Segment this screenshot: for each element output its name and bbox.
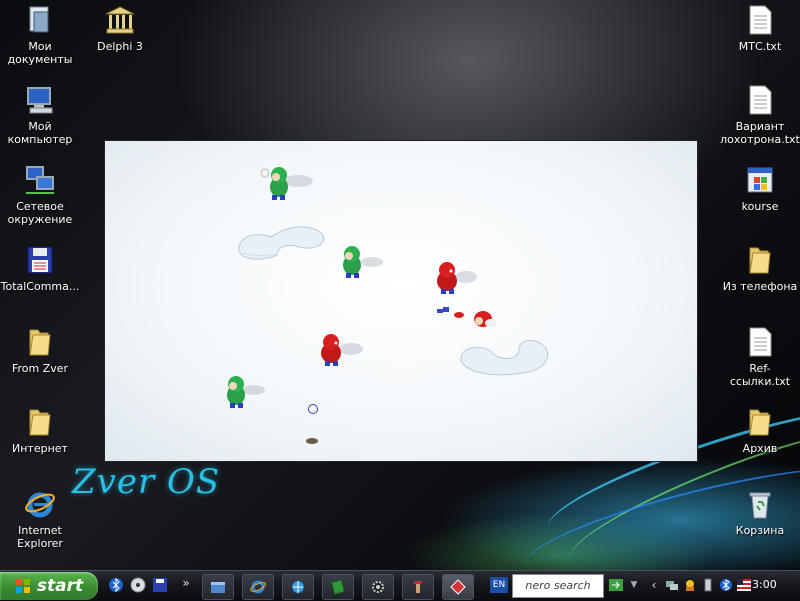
delphi-icon: [104, 4, 136, 36]
text-file-icon: [744, 4, 776, 36]
desktop-icon-my-documents[interactable]: Мои документы: [0, 4, 80, 66]
taskbar-button-explorer[interactable]: [202, 574, 234, 600]
red-player-1[interactable]: [431, 259, 463, 297]
taskbar-button-gear[interactable]: [362, 574, 394, 600]
desktop: Мои документы Delphi 3 Мой компьютер Сет…: [0, 0, 800, 570]
icon-label: Internet Explorer: [17, 524, 63, 550]
aim-cursor[interactable]: [307, 403, 319, 415]
windows-flag-icon: [15, 579, 30, 593]
icon-label: Вариант лохотрона.txt: [720, 120, 800, 146]
tray-device-icon[interactable]: [698, 575, 718, 595]
taskbar-button-game-active[interactable]: [442, 574, 474, 600]
go-arrow-icon[interactable]: [606, 575, 626, 595]
ie-icon: [24, 488, 56, 520]
taskbar-button-book[interactable]: [322, 574, 354, 600]
zver-os-logo: Zver OS: [72, 462, 221, 502]
cd-icon[interactable]: [128, 575, 148, 595]
folder-icon: [24, 406, 56, 438]
desktop-icon-network[interactable]: Сетевое окружение: [0, 164, 80, 226]
tray-expand-icon[interactable]: ‹: [644, 575, 664, 595]
red-player-2[interactable]: [315, 331, 347, 369]
icon-label: From Zver: [11, 362, 69, 375]
tray-messenger-icon[interactable]: [680, 575, 700, 595]
icon-label: Delphi 3: [97, 40, 143, 53]
desktop-icon-my-computer[interactable]: Мой компьютер: [0, 84, 80, 146]
nero-search-box[interactable]: nero search: [512, 574, 604, 598]
icon-label: Корзина: [735, 524, 785, 537]
taskbar-button-ie[interactable]: [242, 574, 274, 600]
icon-label: Архив: [742, 442, 778, 455]
icon-label: TotalComma...: [0, 280, 80, 293]
tray-bluetooth-icon[interactable]: [716, 575, 736, 595]
icon-label: Из телефона: [722, 280, 798, 293]
desktop-icon-iz-telefona[interactable]: Из телефона: [720, 244, 800, 293]
tray-flag-icon[interactable]: [734, 575, 754, 595]
desktop-icon-from-zver[interactable]: From Zver: [0, 326, 80, 375]
start-button[interactable]: start: [0, 572, 98, 600]
snowball-game-window[interactable]: [104, 140, 698, 462]
green-player-3[interactable]: [221, 373, 253, 411]
save-disk-icon[interactable]: [150, 575, 170, 595]
green-player-1[interactable]: [257, 163, 293, 203]
icon-label: МТС.txt: [738, 40, 782, 53]
quicklaunch-chevron-icon[interactable]: »: [176, 573, 196, 593]
text-file-icon: [744, 84, 776, 116]
tray-network-icon[interactable]: [662, 575, 682, 595]
desktop-icon-internet-explorer[interactable]: Internet Explorer: [0, 488, 80, 550]
start-label: start: [36, 576, 84, 596]
text-file-icon: [744, 326, 776, 358]
icon-label: Мои документы: [7, 40, 73, 66]
snow-fort-right: [460, 339, 549, 376]
taskbar-button-globe[interactable]: [282, 574, 314, 600]
desktop-icon-kourse[interactable]: kourse: [720, 164, 800, 213]
clock[interactable]: 3:00: [752, 578, 777, 591]
desktop-icon-delphi[interactable]: Delphi 3: [80, 4, 160, 53]
desktop-icon-totalcommander[interactable]: TotalComma...: [0, 244, 80, 293]
icon-label: Ref-ссылки.txt: [729, 362, 791, 388]
green-player-2[interactable]: [337, 243, 369, 281]
desktop-icon-arkhiv[interactable]: Архив: [720, 406, 800, 455]
desktop-icon-ref-links-txt[interactable]: Ref-ссылки.txt: [720, 326, 800, 388]
taskbar: start » EN nero search ▼ ‹ 3:00: [0, 570, 800, 601]
recycle-bin-icon: [744, 488, 776, 520]
my-computer-icon: [24, 84, 56, 116]
app-window-icon: [744, 164, 776, 196]
network-icon: [24, 164, 56, 196]
desktop-icon-mts-txt[interactable]: МТС.txt: [720, 4, 800, 53]
folder-icon: [744, 406, 776, 438]
floppy-icon: [24, 244, 56, 276]
icon-label: Сетевое окружение: [7, 200, 73, 226]
icon-label: Интернет: [12, 442, 68, 455]
desktop-icon-variant-txt[interactable]: Вариант лохотрона.txt: [720, 84, 800, 146]
bluetooth-icon[interactable]: [106, 575, 126, 595]
snow-fort-left: [238, 226, 325, 260]
folder-icon: [744, 244, 776, 276]
red-player-3-down[interactable]: [435, 301, 499, 331]
language-indicator[interactable]: EN: [490, 577, 508, 593]
icon-label: Мой компьютер: [7, 120, 73, 146]
snow-hole: [306, 438, 318, 444]
folder-icon: [24, 326, 56, 358]
desktop-icon-recycle-bin[interactable]: Корзина: [720, 488, 800, 537]
my-documents-icon: [24, 4, 56, 36]
dropdown-arrow-icon[interactable]: ▼: [624, 575, 644, 595]
desktop-icon-internet-folder[interactable]: Интернет: [0, 406, 80, 455]
taskbar-button-tool[interactable]: [402, 574, 434, 600]
icon-label: kourse: [741, 200, 779, 213]
